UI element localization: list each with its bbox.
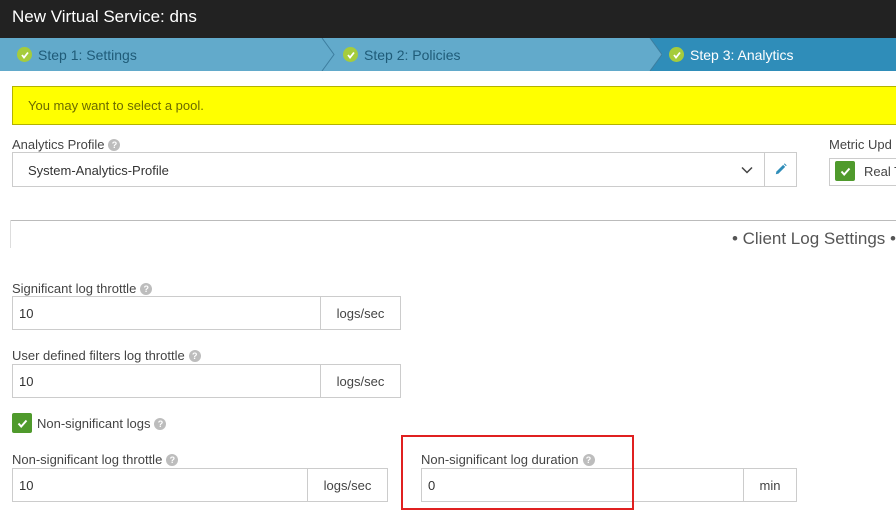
- non-significant-throttle-value: 10: [19, 478, 34, 493]
- wizard-step-label: Step 1: Settings: [38, 46, 137, 63]
- real-time-label-text: Real T: [864, 164, 896, 179]
- help-icon[interactable]: ?: [140, 282, 153, 295]
- chevron-down-icon: [741, 166, 753, 174]
- step-separator-icon: [321, 38, 335, 71]
- non-significant-duration-unit: min: [744, 468, 797, 502]
- analytics-profile-value: System-Analytics-Profile: [28, 163, 169, 178]
- section-divider: [10, 220, 896, 221]
- metric-update-label-text: Metric Upd: [829, 137, 892, 152]
- wizard-step-label: Step 3: Analytics: [690, 46, 794, 63]
- analytics-profile-label: Analytics Profile ?: [12, 137, 121, 152]
- highlight-box: [401, 435, 634, 510]
- check-circle-icon: [343, 47, 358, 62]
- wizard-step-policies[interactable]: Step 2: Policies: [343, 38, 461, 71]
- help-icon[interactable]: ?: [166, 453, 179, 466]
- non-significant-logs-label-text: Non-significant logs: [37, 416, 151, 431]
- edit-profile-button[interactable]: [765, 152, 797, 187]
- significant-throttle-input[interactable]: 10: [12, 296, 321, 330]
- help-icon[interactable]: ?: [154, 417, 167, 430]
- section-title: • Client Log Settings •: [731, 229, 896, 248]
- metric-update-label: Metric Upd: [829, 137, 892, 152]
- warning-alert: You may want to select a pool.: [12, 86, 896, 125]
- help-icon[interactable]: ?: [188, 349, 201, 362]
- non-significant-logs-label: Non-significant logs ?: [37, 416, 167, 431]
- help-icon[interactable]: ?: [108, 138, 121, 151]
- user-filters-throttle-label: User defined filters log throttle ?: [12, 348, 201, 363]
- check-circle-icon: [17, 47, 32, 62]
- step-separator-icon: [642, 38, 662, 71]
- significant-throttle-value: 10: [19, 306, 34, 321]
- non-significant-throttle-input[interactable]: 10: [12, 468, 308, 502]
- check-circle-icon: [669, 47, 684, 62]
- checkmark-icon: [840, 167, 850, 176]
- wizard-step-label: Step 2: Policies: [364, 46, 461, 63]
- checkmark-icon: [17, 419, 27, 428]
- pencil-icon: [775, 163, 787, 175]
- real-time-label: Real T: [864, 164, 896, 179]
- user-filters-throttle-unit: logs/sec: [321, 364, 401, 398]
- non-significant-logs-checkbox[interactable]: [12, 413, 32, 433]
- window-title: New Virtual Service: dns: [12, 7, 197, 26]
- wizard-steps: Step 1: Settings Step 2: Policies Step 3…: [0, 38, 896, 71]
- user-filters-throttle-label-text: User defined filters log throttle: [12, 348, 185, 363]
- wizard-step-settings[interactable]: Step 1: Settings: [17, 38, 137, 71]
- user-filters-throttle-input[interactable]: 10: [12, 364, 321, 398]
- significant-throttle-label: Significant log throttle ?: [12, 281, 153, 296]
- non-significant-throttle-label: Non-significant log throttle ?: [12, 452, 179, 467]
- alert-message: You may want to select a pool.: [28, 98, 204, 113]
- wizard-step-analytics[interactable]: Step 3: Analytics: [669, 38, 794, 71]
- real-time-checkbox[interactable]: [835, 161, 855, 181]
- non-significant-throttle-label-text: Non-significant log throttle: [12, 452, 163, 467]
- user-filters-throttle-value: 10: [19, 374, 34, 389]
- analytics-profile-select[interactable]: System-Analytics-Profile: [12, 152, 765, 187]
- significant-throttle-unit: logs/sec: [321, 296, 401, 330]
- analytics-profile-label-text: Analytics Profile: [12, 137, 105, 152]
- significant-throttle-label-text: Significant log throttle: [12, 281, 137, 296]
- non-significant-throttle-unit: logs/sec: [308, 468, 388, 502]
- title-bar: New Virtual Service: dns: [0, 0, 896, 38]
- divider-edge: [10, 220, 11, 248]
